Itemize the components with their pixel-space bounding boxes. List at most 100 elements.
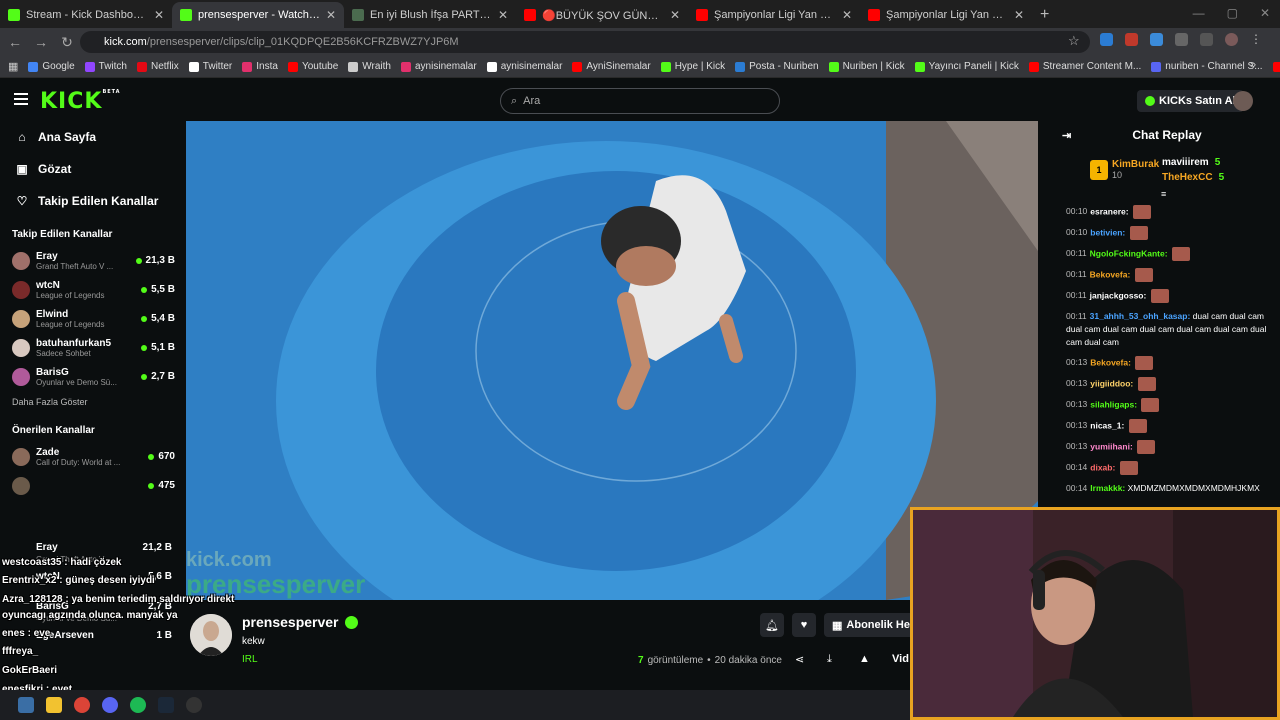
message-username[interactable]: yumiihani: bbox=[1090, 441, 1133, 451]
url-input[interactable]: kick.com/prensesperver/clips/clip_01KQDP… bbox=[80, 31, 1090, 53]
close-tab-icon[interactable]: ✕ bbox=[842, 8, 852, 22]
puzzle-icon[interactable] bbox=[1175, 33, 1188, 46]
extension-icon[interactable] bbox=[1150, 33, 1163, 46]
tab-search-icon[interactable] bbox=[1200, 33, 1213, 46]
search-placeholder: Ara bbox=[523, 95, 541, 107]
maximize-icon[interactable]: ▢ bbox=[1227, 6, 1238, 20]
nav-item[interactable]: ♡ Takip Edilen Kanallar bbox=[0, 185, 185, 217]
close-tab-icon[interactable]: ✕ bbox=[670, 8, 680, 22]
report-icon[interactable]: ▲ bbox=[859, 653, 870, 665]
kick-logo[interactable]: KICKBETA bbox=[40, 89, 121, 114]
bookmark-star-icon[interactable]: ☆ bbox=[1068, 33, 1080, 49]
message-username[interactable]: Bekovefa: bbox=[1090, 269, 1131, 279]
bookmark-favicon-icon bbox=[287, 61, 298, 72]
bookmark-item[interactable]: Yayıncı Paneli | Kick bbox=[914, 61, 1019, 72]
apps-grid-icon[interactable]: ▦ bbox=[8, 60, 18, 73]
leader-entry[interactable]: TheHexCC 5 bbox=[1162, 170, 1224, 185]
close-tab-icon[interactable]: ✕ bbox=[154, 8, 164, 22]
bookmark-item[interactable]: Twitter bbox=[188, 61, 232, 72]
minimize-icon[interactable]: — bbox=[1193, 6, 1205, 20]
discord-icon[interactable] bbox=[102, 697, 118, 713]
bookmark-item[interactable]: Hype | Kick bbox=[660, 61, 725, 72]
user-avatar[interactable] bbox=[1233, 91, 1253, 111]
subscribe-button[interactable]: ▦ Abonelik He bbox=[824, 613, 918, 637]
obs-icon[interactable] bbox=[186, 697, 202, 713]
bookmark-item[interactable]: Posta - Nuriben bbox=[735, 61, 819, 72]
spotify-icon[interactable] bbox=[130, 697, 146, 713]
followed-channel[interactable]: Elwind League of Legends 5,4 B bbox=[0, 304, 185, 333]
bookmark-item[interactable]: Insta bbox=[242, 61, 278, 72]
channel-avatar[interactable] bbox=[190, 614, 232, 656]
collapse-chat-icon[interactable]: ⇥ bbox=[1062, 129, 1071, 142]
bookmark-item[interactable]: Nuriben | Kick bbox=[828, 61, 905, 72]
nav-item[interactable]: ⌂ Ana Sayfa bbox=[0, 121, 185, 153]
message-username[interactable]: dixab: bbox=[1090, 462, 1115, 472]
buy-kicks-button[interactable]: KICKs Satın Al bbox=[1137, 90, 1244, 112]
chrome-icon[interactable] bbox=[74, 697, 90, 713]
followed-channel[interactable]: Eray Grand Theft Auto V ... 21,3 B bbox=[0, 246, 185, 275]
bookmark-item[interactable]: AyniSinemalar bbox=[572, 61, 651, 72]
bookmark-item[interactable]: aynisinemalar bbox=[486, 61, 562, 72]
follow-heart-button[interactable]: ♥ bbox=[792, 613, 816, 637]
bookmark-item[interactable]: Aynı Sinemalar - Ça... bbox=[1272, 61, 1280, 72]
steam-icon[interactable] bbox=[158, 697, 174, 713]
nav-item[interactable]: ▣ Gözat bbox=[0, 153, 185, 185]
message-username[interactable]: yiigiiddoo: bbox=[1090, 378, 1133, 388]
close-tab-icon[interactable]: ✕ bbox=[326, 8, 336, 22]
message-username[interactable]: Irmakkk: bbox=[1090, 483, 1125, 493]
reload-icon[interactable]: ↻ bbox=[54, 34, 80, 51]
close-tab-icon[interactable]: ✕ bbox=[498, 8, 508, 22]
bookmark-item[interactable]: Twitch bbox=[84, 61, 127, 72]
category-link[interactable]: IRL bbox=[242, 654, 258, 665]
forward-icon[interactable]: → bbox=[28, 34, 54, 50]
channel-name[interactable]: prensesperver bbox=[242, 614, 358, 630]
profile-icon[interactable] bbox=[1225, 33, 1238, 46]
bookmark-item[interactable]: Google bbox=[28, 61, 75, 72]
bookmark-item[interactable]: nuriben - Channel S... bbox=[1151, 61, 1263, 72]
download-icon[interactable]: ⤓ bbox=[827, 653, 832, 666]
bookmarks-overflow-icon[interactable]: » bbox=[1250, 59, 1256, 71]
followed-channel[interactable]: batuhanfurkan5 Sadece Sohbet 5,1 B bbox=[0, 333, 185, 362]
extension-icon[interactable] bbox=[1100, 33, 1113, 46]
close-tab-icon[interactable]: ✕ bbox=[1014, 8, 1024, 22]
browser-tab[interactable]: En iyi Blush İfşa PART 1 - Tier Li ✕ bbox=[344, 2, 516, 28]
bookmark-item[interactable]: Youtube bbox=[287, 61, 338, 72]
notification-bell-button[interactable]: 🔔︎ bbox=[760, 613, 784, 637]
recommended-channel[interactable]: Zade Call of Duty: World at ... 670 bbox=[0, 442, 185, 471]
menu-icon[interactable]: ⋮ bbox=[1250, 33, 1263, 46]
share-icon[interactable]: ⋖ bbox=[795, 653, 804, 666]
message-username[interactable]: NgoloFckingKante: bbox=[1090, 248, 1168, 258]
followed-channel[interactable]: BarisG Oyunlar ve Demo Sü... 2,7 B bbox=[0, 362, 185, 391]
folder-icon[interactable] bbox=[46, 697, 62, 713]
show-more-link[interactable]: Daha Fazla Göster bbox=[0, 391, 185, 413]
message-username[interactable]: nicas_1: bbox=[1090, 420, 1124, 430]
message-username[interactable]: silahligaps: bbox=[1090, 399, 1137, 409]
bookmark-item[interactable]: aynisinemalar bbox=[401, 61, 477, 72]
browser-tab[interactable]: Şampiyonlar Ligi Yan Final | Atle ✕ bbox=[860, 2, 1032, 28]
browser-tab[interactable]: prensesperver - Watch clips ✕ bbox=[172, 2, 344, 28]
back-icon[interactable]: ← bbox=[2, 34, 28, 50]
hamburger-menu-icon[interactable] bbox=[14, 93, 28, 108]
message-username[interactable]: 31_ahhh_53_ohh_kasap: bbox=[1090, 311, 1191, 321]
search-input[interactable]: ⌕ Ara bbox=[500, 88, 780, 114]
followed-channel[interactable]: wtcN League of Legends 5,5 B bbox=[0, 275, 185, 304]
close-window-icon[interactable]: ✕ bbox=[1260, 6, 1270, 20]
browser-tab[interactable]: Stream - Kick Dashboard ✕ bbox=[0, 2, 172, 28]
leader-entry[interactable]: maviiirem 5 bbox=[1162, 155, 1224, 170]
extension-icon[interactable] bbox=[1125, 33, 1138, 46]
recommended-channel[interactable]: 475 bbox=[0, 471, 185, 500]
message-username[interactable]: betivien: bbox=[1090, 227, 1125, 237]
message-username[interactable]: janjackgosso: bbox=[1090, 290, 1147, 300]
nav-label: Ana Sayfa bbox=[38, 130, 97, 144]
file-explorer-icon[interactable] bbox=[18, 697, 34, 713]
new-tab-button[interactable]: + bbox=[1032, 6, 1057, 28]
message-username[interactable]: esranere: bbox=[1090, 206, 1128, 216]
bookmark-item[interactable]: Wraith bbox=[348, 61, 391, 72]
browser-tab[interactable]: 🔴BÜYÜK ŞOV GÜNÜ 🔥 I GR ✕ bbox=[516, 2, 688, 28]
browser-tab[interactable]: Şampiyonlar Ligi Yan Final | PSG ✕ bbox=[688, 2, 860, 28]
message-username[interactable]: Bekovefa: bbox=[1090, 357, 1131, 367]
bookmark-item[interactable]: Netflix bbox=[137, 61, 179, 72]
video-button[interactable]: Vid bbox=[892, 653, 909, 665]
bookmark-item[interactable]: Streamer Content M... bbox=[1028, 61, 1141, 72]
filter-icon[interactable]: ≡ bbox=[1161, 189, 1166, 199]
